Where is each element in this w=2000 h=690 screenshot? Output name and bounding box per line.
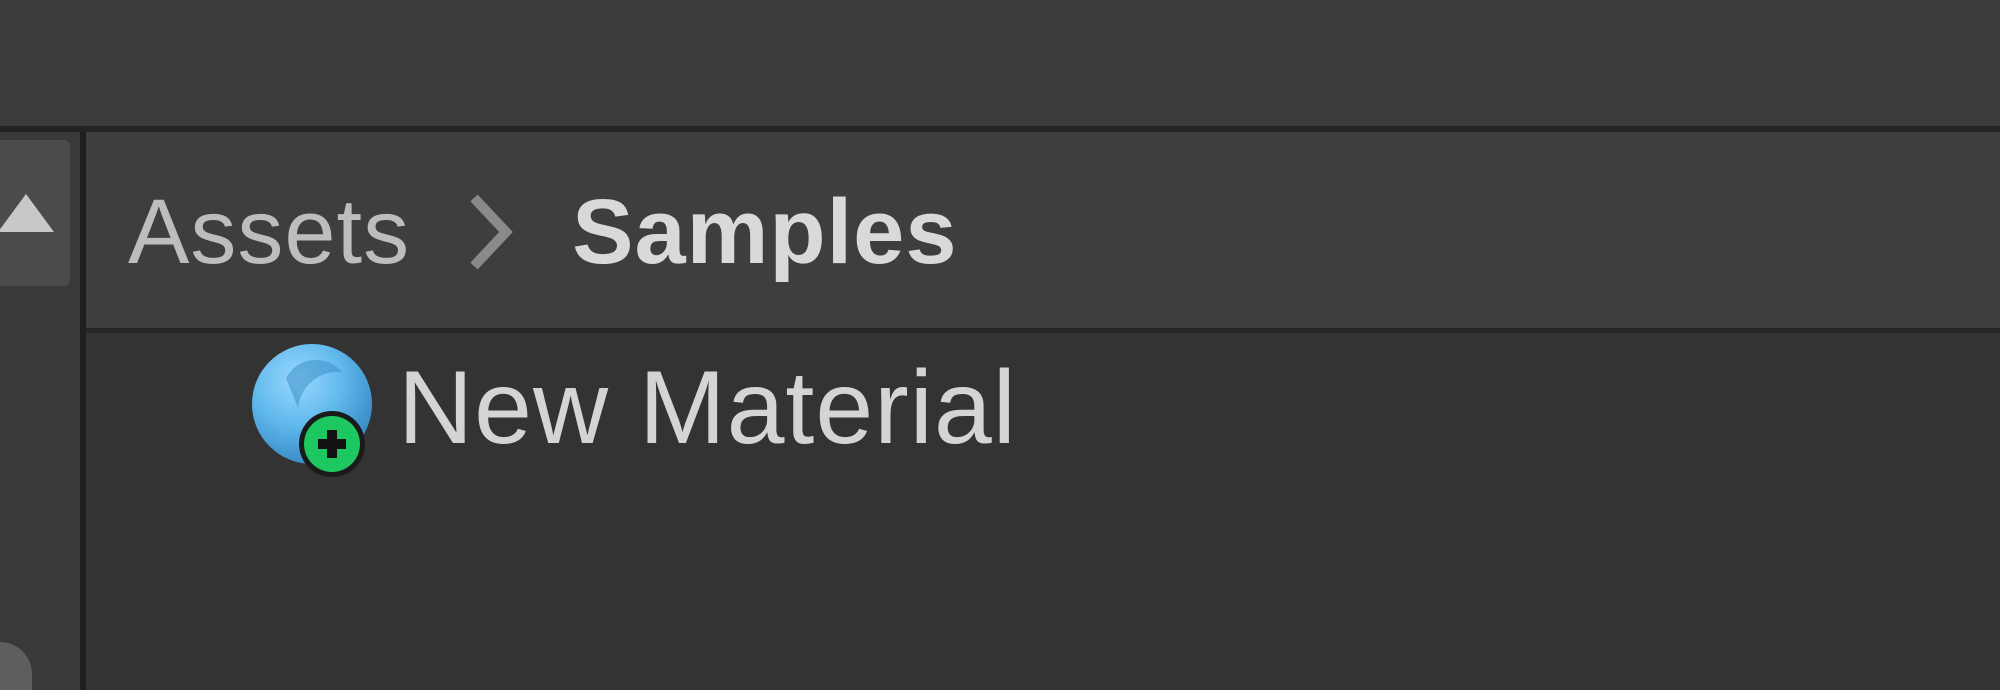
- list-item[interactable]: New Material: [246, 343, 1017, 477]
- material-new-icon: [246, 338, 382, 478]
- chevron-right-icon: [464, 192, 534, 272]
- asset-list: New Material: [86, 333, 2000, 690]
- breadcrumb-item-samples[interactable]: Samples: [572, 186, 957, 278]
- scroll-up-button[interactable]: [0, 140, 70, 286]
- asset-name-label: New Material: [398, 350, 1017, 466]
- scrollbar-thumb[interactable]: [0, 642, 32, 690]
- project-window: Assets Samples New Material: [0, 0, 2000, 690]
- breadcrumb-item-assets[interactable]: Assets: [128, 186, 410, 278]
- triangle-up-icon: [0, 194, 54, 232]
- toolbar-strip: [0, 0, 2000, 126]
- folder-tree-panel: [0, 132, 80, 690]
- breadcrumb: Assets Samples: [86, 132, 2000, 328]
